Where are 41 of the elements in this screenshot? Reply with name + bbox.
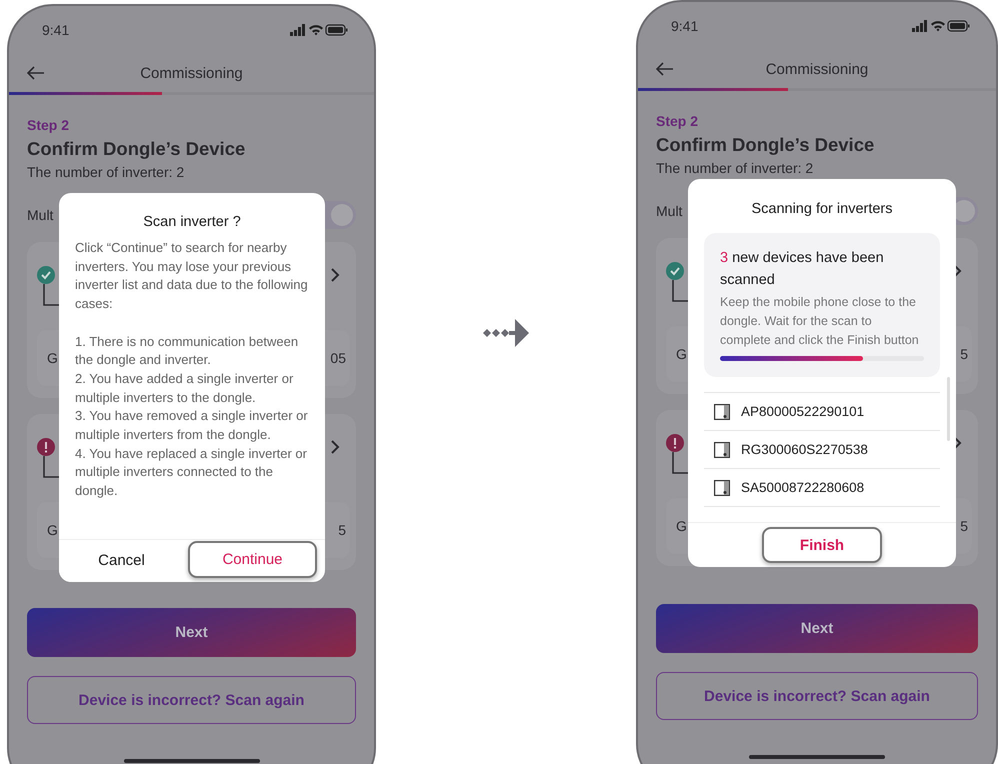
multi-label: Mult: [27, 207, 54, 223]
device-list-item[interactable]: AP80000522290101: [704, 393, 940, 431]
scan-summary: 3 new devices have been scanned: [720, 249, 885, 290]
device-serial: AP80000522290101: [741, 404, 864, 419]
device-row-text: G: [47, 522, 58, 538]
status-time: 9:41: [42, 22, 70, 38]
screen-title: Commissioning: [766, 60, 868, 78]
device-list-item[interactable]: SA50008722280608: [704, 469, 940, 507]
device-row-value: 5: [338, 522, 346, 538]
device-row-text: G: [47, 350, 58, 366]
device-row-value: 5: [960, 346, 968, 362]
status-time: 9:41: [671, 18, 698, 34]
page-heading: Confirm Dongle’s Device: [656, 134, 876, 156]
dialog-message: Click “Continue” to search for nearby inverters. You may lose your previous inverter list and data due to the following cases:: [74, 239, 309, 314]
finish-button[interactable]: Finish: [762, 527, 882, 563]
device-row-text: G: [676, 518, 687, 534]
page-heading: Confirm Dongle’s Device: [27, 138, 246, 160]
step-label: Step 2: [656, 113, 700, 129]
inverter-count: The number of inverter: 2: [656, 160, 814, 176]
device-row-value: 5: [960, 518, 968, 534]
multi-label: Mult: [656, 203, 682, 219]
device-serial: SA50008722280608: [741, 480, 864, 495]
case-item: 4. You have replaced a single inverter or multiple inverters connected to the dongle.: [74, 444, 308, 500]
screen-title: Commissioning: [140, 64, 243, 82]
next-button[interactable]: Next: [27, 608, 356, 657]
dialog-title: Scan inverter ?: [142, 214, 242, 230]
device-row-text: G: [676, 346, 687, 362]
case-item: 1. There is no communication between the dongle and inverter.: [74, 332, 300, 370]
device-list-item[interactable]: RG300060S2270538: [704, 431, 940, 469]
step-label: Step 2: [27, 117, 70, 133]
scan-again-button[interactable]: Device is incorrect? Scan again: [27, 676, 356, 724]
scan-instructions: Keep the mobile phone close to the dongle. Wait for the scan to complete and click the Finish button: [720, 294, 920, 349]
scan-again-button[interactable]: Device is incorrect? Scan again: [656, 672, 978, 720]
dialog-button[interactable]: Continue: [188, 540, 317, 578]
device-serial: RG300060S2270538: [741, 442, 868, 457]
case-item: 3. You have removed a single inverter or multiple inverters from the dongle.: [74, 407, 309, 444]
device-row-value: 05: [330, 350, 346, 366]
dialog-title: Scanning for inverters: [750, 201, 894, 217]
case-item: 2. You have added a single inverter or multiple inverters to the dongle.: [74, 370, 294, 407]
next-button[interactable]: Next: [656, 604, 978, 653]
inverter-count: The number of inverter: 2: [27, 164, 186, 180]
